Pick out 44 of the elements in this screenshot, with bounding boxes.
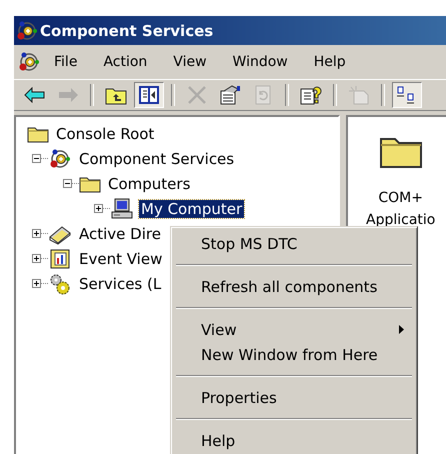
app-icon bbox=[16, 20, 38, 42]
tree-item[interactable]: Active Dire bbox=[77, 224, 163, 242]
menu-item[interactable]: Properties bbox=[174, 385, 414, 410]
new-window-icon bbox=[348, 85, 370, 105]
submenu-arrow-icon bbox=[399, 325, 404, 334]
expand-icon[interactable] bbox=[32, 254, 41, 263]
tree-item[interactable]: Component Services bbox=[77, 150, 236, 168]
help-icon bbox=[300, 85, 322, 105]
toolbar-button[interactable] bbox=[134, 82, 164, 108]
app-icon bbox=[18, 51, 40, 73]
tree-item[interactable]: My Computer bbox=[139, 200, 244, 218]
menu-item[interactable]: Help bbox=[306, 52, 354, 72]
gears-icon bbox=[48, 272, 72, 294]
right-arrow-icon bbox=[57, 87, 79, 103]
window-title: Component Services bbox=[40, 22, 214, 40]
menu-item[interactable]: View bbox=[174, 317, 414, 342]
expand-icon[interactable] bbox=[32, 229, 41, 238]
expand-icon[interactable] bbox=[94, 204, 103, 213]
menu-item[interactable]: File bbox=[46, 52, 86, 72]
menu-item[interactable]: View bbox=[165, 52, 215, 72]
menu-item[interactable]: Help bbox=[174, 428, 414, 453]
refresh-icon bbox=[254, 85, 272, 105]
menu-item[interactable]: Stop MS DTC bbox=[174, 231, 414, 256]
x-icon bbox=[187, 85, 207, 105]
tree-item[interactable]: Computers bbox=[106, 174, 192, 192]
menu-item[interactable]: New Window from Here bbox=[174, 342, 414, 367]
left-arrow-icon bbox=[24, 87, 46, 103]
folder-icon bbox=[27, 124, 49, 142]
menu-item[interactable]: Refresh all components bbox=[174, 274, 414, 299]
collapse-icon[interactable] bbox=[32, 154, 41, 163]
toolbar-button[interactable] bbox=[392, 82, 422, 108]
tree-item[interactable]: Console Root bbox=[54, 124, 156, 142]
collapse-icon[interactable] bbox=[63, 179, 72, 188]
atom-icon bbox=[48, 148, 72, 170]
expand-icon[interactable] bbox=[32, 279, 41, 288]
panel-icon bbox=[139, 86, 159, 104]
folder-icon bbox=[79, 174, 101, 192]
tree-item[interactable]: Services (L bbox=[77, 274, 164, 292]
menu-item[interactable]: Window bbox=[224, 52, 296, 72]
computer-icon bbox=[110, 198, 134, 220]
log-icon bbox=[48, 248, 72, 270]
properties-icon bbox=[219, 85, 241, 105]
tree-item[interactable]: Event View bbox=[77, 250, 164, 268]
menu-item[interactable]: Action bbox=[95, 52, 156, 72]
